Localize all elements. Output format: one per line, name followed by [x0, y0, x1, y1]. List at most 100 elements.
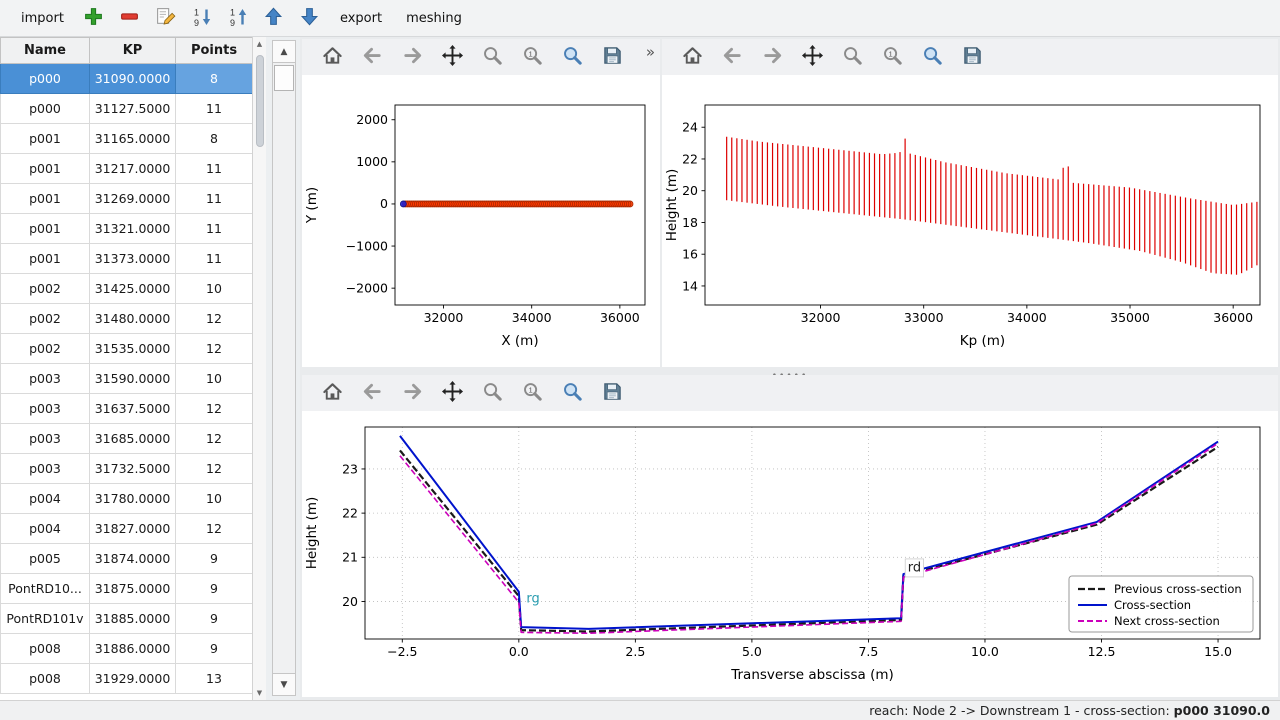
- table-row[interactable]: p00031090.00008: [1, 64, 253, 94]
- name-cell[interactable]: p001: [1, 124, 90, 154]
- table-row[interactable]: PontRD101v31885.00009: [1, 604, 253, 634]
- remove-button[interactable]: [115, 3, 145, 33]
- kp-cell[interactable]: 31217.0000: [90, 154, 176, 184]
- back-button[interactable]: [356, 41, 388, 73]
- zoom-button[interactable]: [476, 41, 508, 73]
- panel-scrollbar-thumb[interactable]: [274, 65, 294, 91]
- points-cell[interactable]: 10: [176, 364, 253, 394]
- name-cell[interactable]: p002: [1, 304, 90, 334]
- kp-cell[interactable]: 31929.0000: [90, 664, 176, 694]
- kp-cell[interactable]: 31874.0000: [90, 544, 176, 574]
- table-row[interactable]: p00031127.500011: [1, 94, 253, 124]
- forward-button[interactable]: [396, 41, 428, 73]
- kp-cell[interactable]: 31269.0000: [90, 184, 176, 214]
- points-cell[interactable]: 12: [176, 424, 253, 454]
- zoom-selection-button[interactable]: [556, 41, 588, 73]
- panel-scrollbar[interactable]: ▲ ▼: [272, 40, 296, 696]
- table-scrollbar[interactable]: ▲ ▼: [252, 37, 266, 700]
- kp-cell[interactable]: 31127.5000: [90, 94, 176, 124]
- sort-descending-button[interactable]: 19: [187, 3, 217, 33]
- name-cell[interactable]: p001: [1, 184, 90, 214]
- kp-cell[interactable]: 31373.0000: [90, 244, 176, 274]
- name-cell[interactable]: p003: [1, 424, 90, 454]
- kp-cell[interactable]: 31090.0000: [90, 64, 176, 94]
- home-button[interactable]: [676, 41, 708, 73]
- pan-button[interactable]: [436, 41, 468, 73]
- zoom-original-button[interactable]: 1: [516, 377, 548, 409]
- zoom-original-button[interactable]: 1: [516, 41, 548, 73]
- panel-scroll-up-button[interactable]: ▲: [273, 41, 295, 63]
- name-cell[interactable]: p002: [1, 334, 90, 364]
- table-row[interactable]: PontRD10...31875.00009: [1, 574, 253, 604]
- name-cell[interactable]: p000: [1, 94, 90, 124]
- name-cell[interactable]: PontRD101v: [1, 604, 90, 634]
- table-row[interactable]: p00231535.000012: [1, 334, 253, 364]
- pan-button[interactable]: [796, 41, 828, 73]
- save-button[interactable]: [956, 41, 988, 73]
- name-cell[interactable]: p001: [1, 154, 90, 184]
- points-cell[interactable]: 9: [176, 634, 253, 664]
- table-row[interactable]: p00131165.00008: [1, 124, 253, 154]
- save-button[interactable]: [596, 41, 628, 73]
- points-cell[interactable]: 12: [176, 454, 253, 484]
- name-cell[interactable]: p003: [1, 394, 90, 424]
- forward-button[interactable]: [396, 377, 428, 409]
- table-row[interactable]: p00531874.00009: [1, 544, 253, 574]
- home-button[interactable]: [316, 377, 348, 409]
- zoom-button[interactable]: [476, 377, 508, 409]
- kp-cell[interactable]: 31780.0000: [90, 484, 176, 514]
- sort-ascending-button[interactable]: 19: [223, 3, 253, 33]
- cross-sections-table[interactable]: NameKPPoints p00031090.00008p00031127.50…: [0, 37, 253, 694]
- kp-cell[interactable]: 31165.0000: [90, 124, 176, 154]
- add-button[interactable]: [79, 3, 109, 33]
- table-row[interactable]: p00831886.00009: [1, 634, 253, 664]
- kp-cell[interactable]: 31885.0000: [90, 604, 176, 634]
- table-row[interactable]: p00131217.000011: [1, 154, 253, 184]
- home-button[interactable]: [316, 41, 348, 73]
- kp-cell[interactable]: 31535.0000: [90, 334, 176, 364]
- toolbar-overflow-chevron[interactable]: »: [646, 43, 655, 61]
- table-row[interactable]: p00231425.000010: [1, 274, 253, 304]
- name-cell[interactable]: p000: [1, 64, 90, 94]
- points-cell[interactable]: 12: [176, 514, 253, 544]
- kp-cell[interactable]: 31425.0000: [90, 274, 176, 304]
- points-cell[interactable]: 12: [176, 394, 253, 424]
- move-down-button[interactable]: [295, 3, 325, 33]
- cross-section-chart[interactable]: −2.50.02.55.07.510.012.515.020212223Tran…: [302, 411, 1278, 697]
- table-row[interactable]: p00331732.500012: [1, 454, 253, 484]
- zoom-button[interactable]: [836, 41, 868, 73]
- table-row[interactable]: p00831929.000013: [1, 664, 253, 694]
- name-cell[interactable]: p008: [1, 634, 90, 664]
- splitter-handle[interactable]: •••••: [300, 367, 1280, 375]
- points-cell[interactable]: 9: [176, 544, 253, 574]
- points-cell[interactable]: 8: [176, 64, 253, 94]
- points-cell[interactable]: 11: [176, 214, 253, 244]
- name-cell[interactable]: p001: [1, 214, 90, 244]
- zoom-selection-button[interactable]: [916, 41, 948, 73]
- name-cell[interactable]: PontRD10...: [1, 574, 90, 604]
- back-button[interactable]: [716, 41, 748, 73]
- column-header-kp[interactable]: KP: [90, 38, 176, 64]
- name-cell[interactable]: p003: [1, 454, 90, 484]
- back-button[interactable]: [356, 377, 388, 409]
- import-button[interactable]: import: [12, 6, 73, 31]
- points-cell[interactable]: 11: [176, 94, 253, 124]
- points-cell[interactable]: 11: [176, 244, 253, 274]
- zoom-original-button[interactable]: 1: [876, 41, 908, 73]
- name-cell[interactable]: p004: [1, 514, 90, 544]
- name-cell[interactable]: p001: [1, 244, 90, 274]
- move-up-button[interactable]: [259, 3, 289, 33]
- plan-view-chart[interactable]: 320003400036000−2000−1000010002000X (m)Y…: [302, 75, 660, 367]
- name-cell[interactable]: p008: [1, 664, 90, 694]
- table-row[interactable]: p00131373.000011: [1, 244, 253, 274]
- table-row[interactable]: p00331685.000012: [1, 424, 253, 454]
- export-button[interactable]: export: [331, 6, 391, 31]
- kp-cell[interactable]: 31590.0000: [90, 364, 176, 394]
- kp-cell[interactable]: 31321.0000: [90, 214, 176, 244]
- points-cell[interactable]: 12: [176, 304, 253, 334]
- points-cell[interactable]: 11: [176, 154, 253, 184]
- points-cell[interactable]: 12: [176, 334, 253, 364]
- table-row[interactable]: p00431780.000010: [1, 484, 253, 514]
- name-cell[interactable]: p002: [1, 274, 90, 304]
- meshing-button[interactable]: meshing: [397, 6, 471, 31]
